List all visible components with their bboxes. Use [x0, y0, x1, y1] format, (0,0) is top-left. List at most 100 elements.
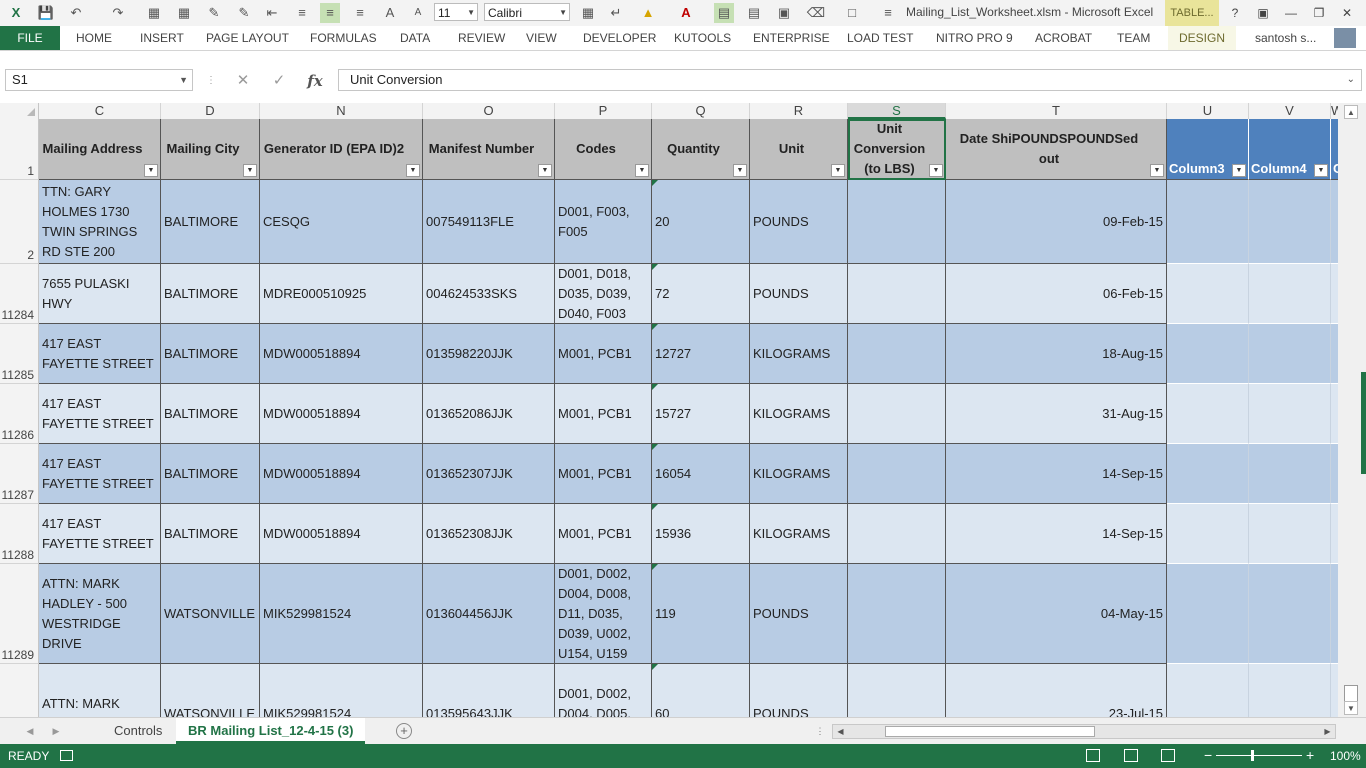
- sheet-prev-icon[interactable]: ◀: [22, 723, 38, 739]
- table-cell[interactable]: [1331, 264, 1338, 324]
- select-all-corner[interactable]: [0, 103, 39, 119]
- table-cell[interactable]: [1249, 384, 1331, 444]
- tab-insert[interactable]: INSERT: [134, 26, 190, 50]
- clear-format-icon[interactable]: ✎: [204, 3, 224, 23]
- table-cell[interactable]: BALTIMORE: [161, 504, 260, 564]
- table-header-cell[interactable]: Quantity ▼: [652, 119, 750, 180]
- row-header[interactable]: 11285: [0, 324, 39, 384]
- table-cell[interactable]: WATSONVILLE: [161, 564, 260, 664]
- grid-icon[interactable]: ▦: [578, 3, 598, 23]
- table-cell[interactable]: WATSONVILLE: [161, 664, 260, 717]
- scroll-right-icon[interactable]: ▶: [1321, 725, 1334, 738]
- zoom-in-button[interactable]: +: [1306, 747, 1314, 763]
- table-icon[interactable]: ▦: [174, 3, 194, 23]
- filter-dropdown-icon[interactable]: ▼: [406, 164, 420, 177]
- filter-dropdown-icon[interactable]: ▼: [538, 164, 552, 177]
- format-painter-icon[interactable]: ✎: [234, 3, 254, 23]
- error-indicator-icon[interactable]: [652, 324, 658, 330]
- font-size-box[interactable]: 11 ▼: [434, 3, 478, 21]
- table-cell[interactable]: 23-Jul-15: [946, 664, 1167, 717]
- table-cell[interactable]: BALTIMORE: [161, 180, 260, 264]
- table-cell[interactable]: 15727: [652, 384, 750, 444]
- table-cell[interactable]: MDW000518894: [260, 384, 423, 444]
- table-cell[interactable]: 013652308JJK: [423, 504, 555, 564]
- table-cell[interactable]: [848, 504, 946, 564]
- filter-dropdown-icon[interactable]: ▼: [243, 164, 257, 177]
- table-cell[interactable]: 14-Sep-15: [946, 504, 1167, 564]
- page-layout-view-icon[interactable]: [1124, 749, 1138, 762]
- enter-icon[interactable]: ✓: [268, 70, 290, 92]
- table-cell[interactable]: 31-Aug-15: [946, 384, 1167, 444]
- horizontal-scroll-thumb[interactable]: [885, 726, 1095, 737]
- filter-dropdown-icon[interactable]: ▼: [1232, 164, 1246, 177]
- table-cell[interactable]: 20: [652, 180, 750, 264]
- table-cell[interactable]: 7655 PULASKI HWY: [39, 264, 161, 324]
- table-cell[interactable]: ATTN: MARK HADLEY - 500: [39, 664, 161, 717]
- table-cell[interactable]: [848, 664, 946, 717]
- tab-kutools[interactable]: KUTOOLS: [668, 26, 737, 50]
- wrap-text-icon[interactable]: ↵: [606, 3, 626, 23]
- table-cell[interactable]: [1249, 264, 1331, 324]
- column-header-u[interactable]: U: [1167, 103, 1249, 119]
- cancel-icon[interactable]: ✕: [232, 70, 254, 92]
- table-cell[interactable]: [1249, 664, 1331, 717]
- table-cell[interactable]: MDRE000510925: [260, 264, 423, 324]
- tab-page-layout[interactable]: PAGE LAYOUT: [200, 26, 295, 50]
- table-cell[interactable]: 60: [652, 664, 750, 717]
- row-header[interactable]: 11288: [0, 504, 39, 564]
- table-cell[interactable]: TTN: GARY HOLMES 1730 TWIN SPRINGS RD ST…: [39, 180, 161, 264]
- tab-design[interactable]: DESIGN: [1168, 26, 1236, 50]
- table-cell[interactable]: BALTIMORE: [161, 324, 260, 384]
- error-indicator-icon[interactable]: [652, 180, 658, 186]
- table-cell[interactable]: 06-Feb-15: [946, 264, 1167, 324]
- table-header-cell[interactable]: Column4 ▼: [1249, 119, 1331, 180]
- filter-dropdown-icon[interactable]: ▼: [635, 164, 649, 177]
- filter-dropdown-icon[interactable]: ▼: [1150, 164, 1164, 177]
- horizontal-scrollbar[interactable]: ◀ ▶: [832, 724, 1336, 739]
- table-cell[interactable]: [1167, 324, 1249, 384]
- table-cell[interactable]: BALTIMORE: [161, 444, 260, 504]
- row-header[interactable]: 11286: [0, 384, 39, 444]
- border-icon[interactable]: ▦: [144, 3, 164, 23]
- table-cell[interactable]: D001, D018, D035, D039, D040, F003: [555, 264, 652, 324]
- table-header-cell[interactable]: Mailing City ▼: [161, 119, 260, 180]
- column-header-p[interactable]: P: [555, 103, 652, 119]
- table-header-cell[interactable]: Unit Conversion (to LBS) ▼: [848, 119, 946, 180]
- font-shrink-icon[interactable]: A: [408, 3, 428, 23]
- table-header-cell[interactable]: Column3 ▼: [1167, 119, 1249, 180]
- scroll-up-icon[interactable]: ▲: [1344, 105, 1358, 119]
- tab-team[interactable]: TEAM: [1111, 26, 1156, 50]
- normal-view-icon[interactable]: [1086, 749, 1100, 762]
- table-cell[interactable]: 013604456JJK: [423, 564, 555, 664]
- table-cell[interactable]: [1331, 180, 1338, 264]
- table-cell[interactable]: 15936: [652, 504, 750, 564]
- table-cell[interactable]: [1249, 180, 1331, 264]
- column-header-t[interactable]: T: [946, 103, 1167, 119]
- table-cell[interactable]: 013652086JJK: [423, 384, 555, 444]
- table-cell[interactable]: 013595643JJK: [423, 664, 555, 717]
- table-cell[interactable]: M001, PCB1: [555, 384, 652, 444]
- sheet-tab-controls[interactable]: Controls: [102, 718, 174, 744]
- table-header-cell[interactable]: Manifest Number ▼: [423, 119, 555, 180]
- row-header[interactable]: 2: [0, 180, 39, 264]
- tab-acrobat[interactable]: ACROBAT: [1029, 26, 1098, 50]
- table-cell[interactable]: 013652307JJK: [423, 444, 555, 504]
- table-cell[interactable]: [848, 264, 946, 324]
- table-cell[interactable]: BALTIMORE: [161, 264, 260, 324]
- zoom-slider-thumb[interactable]: [1251, 750, 1254, 761]
- table-cell[interactable]: [1331, 384, 1338, 444]
- table-cell[interactable]: KILOGRAMS: [750, 444, 848, 504]
- align-left-icon[interactable]: ≡: [350, 3, 370, 23]
- error-indicator-icon[interactable]: [652, 384, 658, 390]
- side-panel-handle[interactable]: [1361, 372, 1366, 474]
- table-cell[interactable]: [1331, 564, 1338, 664]
- add-sheet-icon[interactable]: +: [396, 723, 412, 739]
- table-cell[interactable]: [1167, 664, 1249, 717]
- table-cell[interactable]: POUNDS: [750, 264, 848, 324]
- table-cell[interactable]: 14-Sep-15: [946, 444, 1167, 504]
- table-cell[interactable]: D001, D002, D004, D005, D035, D039: [555, 664, 652, 717]
- table-cell[interactable]: [1331, 324, 1338, 384]
- borders-more-icon[interactable]: □: [842, 3, 862, 23]
- macro-record-icon[interactable]: [60, 750, 73, 761]
- font-grow-icon[interactable]: A: [380, 3, 400, 23]
